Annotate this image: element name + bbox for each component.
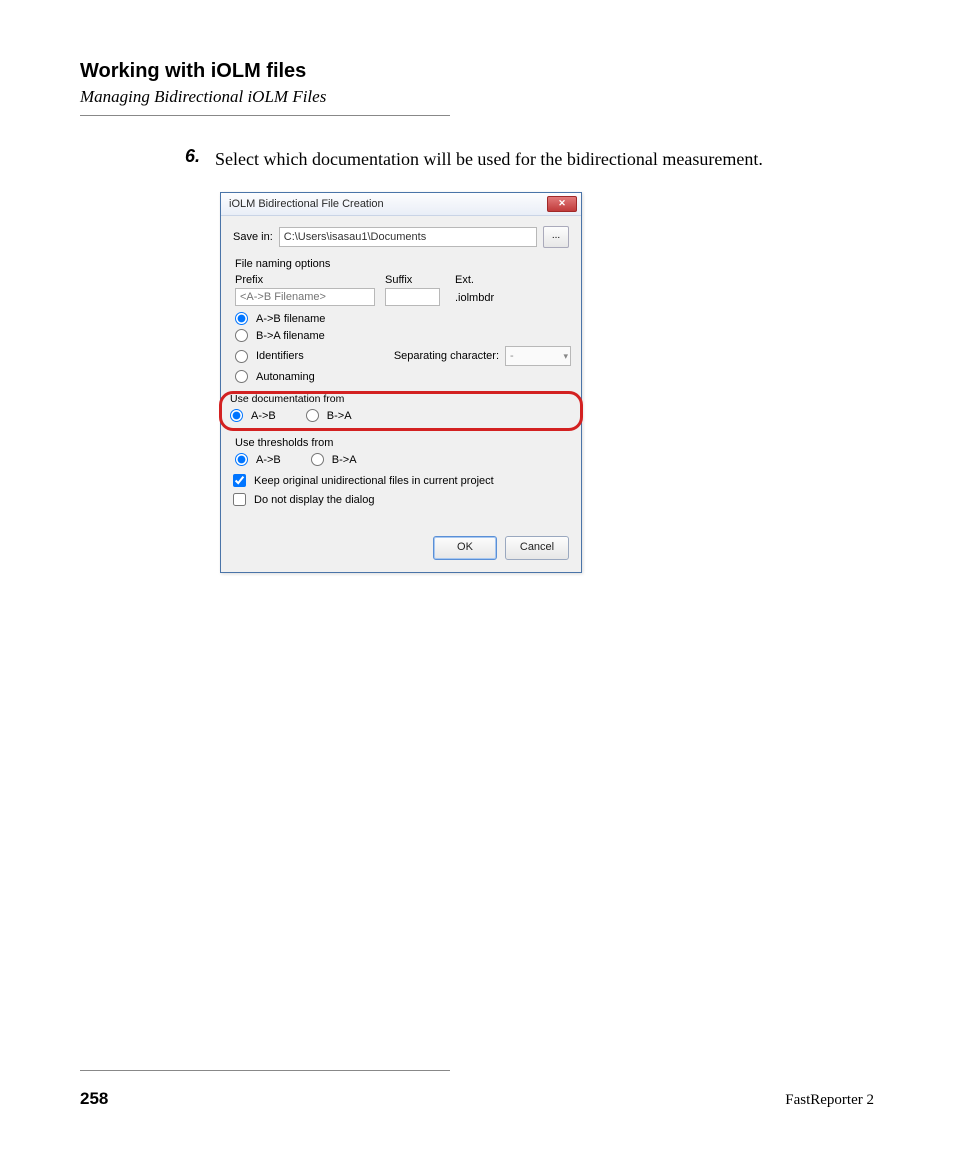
chevron-down-icon: ▾	[563, 351, 568, 362]
save-path-field[interactable]: C:\Users\isasau1\Documents	[279, 227, 537, 247]
radio-autonaming-label: Autonaming	[256, 371, 315, 383]
radio-ab-filename-label: A->B filename	[256, 313, 325, 325]
ext-label: Ext.	[455, 274, 515, 286]
radio-identifiers[interactable]	[235, 350, 248, 363]
doc-ba-radio[interactable]	[306, 409, 319, 422]
thresh-ba-radio[interactable]	[311, 453, 324, 466]
do-not-display-checkbox[interactable]	[233, 493, 246, 506]
thresh-ab-radio[interactable]	[235, 453, 248, 466]
do-not-display-label: Do not display the dialog	[254, 494, 374, 506]
browse-button[interactable]: ...	[543, 226, 569, 248]
separating-char-select[interactable]: - ▾	[505, 346, 571, 366]
prefix-label: Prefix	[235, 274, 385, 286]
use-thresholds-label: Use thresholds from	[235, 437, 569, 449]
product-name: FastReporter 2	[785, 1092, 874, 1109]
radio-ba-filename-label: B->A filename	[256, 330, 325, 342]
thresh-ba-label: B->A	[332, 454, 357, 466]
keep-original-checkbox[interactable]	[233, 474, 246, 487]
ok-button[interactable]: OK	[433, 536, 497, 560]
highlight-box: Use documentation from A->B B->A	[219, 391, 583, 431]
prefix-input[interactable]	[235, 288, 375, 306]
cancel-button[interactable]: Cancel	[505, 536, 569, 560]
separating-char-label: Separating character:	[394, 350, 499, 362]
save-in-label: Save in:	[233, 231, 273, 243]
section-subtitle: Managing Bidirectional iOLM Files	[80, 87, 874, 107]
footer-rule	[80, 1070, 450, 1071]
dialog-title: iOLM Bidirectional File Creation	[229, 198, 384, 210]
file-naming-label: File naming options	[235, 258, 569, 270]
dialog-titlebar: iOLM Bidirectional File Creation ✕	[221, 193, 581, 216]
doc-ab-label: A->B	[251, 410, 276, 422]
suffix-input[interactable]	[385, 288, 440, 306]
doc-ab-radio[interactable]	[230, 409, 243, 422]
keep-original-label: Keep original unidirectional files in cu…	[254, 475, 494, 487]
header-rule	[80, 115, 450, 116]
separating-char-value: -	[508, 350, 514, 362]
radio-identifiers-label: Identifiers	[256, 350, 304, 362]
page-number: 258	[80, 1089, 108, 1109]
section-title: Working with iOLM files	[80, 60, 874, 83]
step-text: Select which documentation will be used …	[215, 146, 763, 172]
dialog-window: iOLM Bidirectional File Creation ✕ Save …	[220, 192, 582, 573]
radio-autonaming[interactable]	[235, 370, 248, 383]
suffix-label: Suffix	[385, 274, 455, 286]
doc-ba-label: B->A	[327, 410, 352, 422]
radio-ab-filename[interactable]	[235, 312, 248, 325]
use-documentation-label: Use documentation from	[230, 393, 574, 405]
step-number: 6.	[185, 146, 215, 172]
close-button[interactable]: ✕	[547, 196, 577, 212]
thresh-ab-label: A->B	[256, 454, 281, 466]
ext-value: .iolmbdr	[455, 288, 515, 308]
close-icon: ✕	[558, 198, 566, 208]
radio-ba-filename[interactable]	[235, 329, 248, 342]
